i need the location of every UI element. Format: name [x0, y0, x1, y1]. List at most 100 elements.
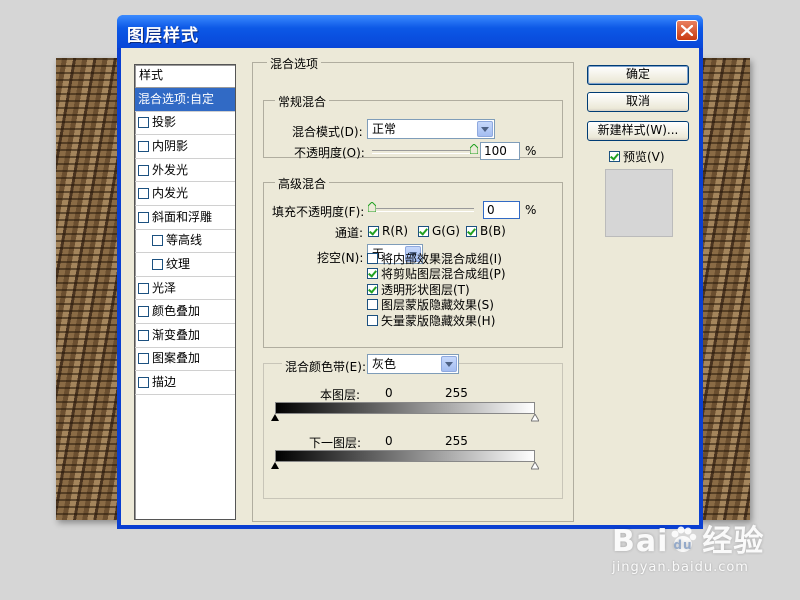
underlying-white-stop[interactable]: [531, 462, 539, 470]
opacity-input[interactable]: 100: [480, 142, 520, 160]
styles-list: 样式 混合选项:自定投影内阴影外发光内发光斜面和浮雕等高线纹理光泽颜色叠加渐变叠…: [134, 64, 236, 520]
style-item-label: 纹理: [166, 256, 191, 271]
channel-r-checkbox[interactable]: [368, 225, 379, 237]
styles-header[interactable]: 样式: [135, 65, 235, 88]
style-item-label: 颜色叠加: [152, 304, 201, 319]
advanced-option-checkbox[interactable]: [367, 268, 378, 279]
style-item-checkbox[interactable]: [138, 282, 149, 294]
this-layer-max: 255: [445, 386, 468, 400]
blend-if-group: [263, 363, 563, 499]
blend-mode-value: 正常: [372, 122, 397, 136]
this-layer-gradient[interactable]: [275, 402, 535, 414]
opacity-unit: %: [525, 144, 537, 158]
fill-opacity-unit: %: [525, 203, 537, 217]
dialog-body: 样式 混合选项:自定投影内阴影外发光内发光斜面和浮雕等高线纹理光泽颜色叠加渐变叠…: [121, 48, 699, 525]
style-item[interactable]: 纹理: [135, 253, 235, 277]
style-item-checkbox[interactable]: [138, 329, 149, 341]
blend-mode-select[interactable]: 正常: [367, 119, 495, 139]
style-item[interactable]: 渐变叠加: [135, 324, 235, 348]
style-item[interactable]: 内阴影: [135, 135, 235, 159]
style-item-label: 渐变叠加: [152, 327, 201, 342]
channel-b[interactable]: B(B): [466, 224, 506, 238]
preview-toggle[interactable]: 预览(V): [609, 148, 665, 165]
style-item-checkbox[interactable]: [152, 235, 163, 247]
advanced-blending-legend: 高级混合: [275, 175, 330, 192]
advanced-option-checkbox[interactable]: [367, 315, 378, 326]
style-item-label: 图案叠加: [152, 351, 201, 366]
advanced-option-checkbox[interactable]: [367, 284, 378, 295]
blend-mode-label: 混合模式(D):: [292, 125, 363, 139]
advanced-option[interactable]: 图层蒙版隐藏效果(S): [367, 296, 494, 313]
style-item-label: 外发光: [152, 162, 189, 177]
style-item[interactable]: 内发光: [135, 182, 235, 206]
underlying-layer-max: 255: [445, 434, 468, 448]
opacity-slider-thumb[interactable]: [470, 144, 478, 154]
advanced-option-checkbox[interactable]: [367, 253, 378, 264]
advanced-option-label: 图层蒙版隐藏效果(S): [381, 298, 494, 312]
close-icon: [681, 25, 693, 36]
style-item-checkbox[interactable]: [138, 211, 149, 223]
preview-checkbox[interactable]: [609, 151, 620, 162]
layer-style-dialog: 图层样式 样式 混合选项:自定投影内阴影外发光内发光斜面和浮雕等高线纹理光泽颜色…: [117, 15, 703, 529]
advanced-option[interactable]: 将剪贴图层混合成组(P): [367, 265, 506, 282]
style-item-checkbox[interactable]: [138, 188, 149, 200]
underlying-layer-label: 下一图层:: [309, 436, 362, 450]
style-item-checkbox[interactable]: [138, 376, 149, 388]
style-item-checkbox[interactable]: [138, 164, 149, 176]
style-item-checkbox[interactable]: [138, 117, 149, 129]
style-item-label: 光泽: [152, 280, 177, 295]
style-item[interactable]: 投影: [135, 112, 235, 136]
this-layer-min: 0: [385, 386, 393, 400]
fill-opacity-input[interactable]: 0: [483, 201, 520, 219]
style-item[interactable]: 等高线: [135, 230, 235, 254]
ok-button[interactable]: 确定: [587, 65, 689, 85]
fill-opacity-slider-thumb[interactable]: [368, 202, 376, 212]
this-layer-white-stop[interactable]: [531, 414, 539, 422]
this-layer-black-stop[interactable]: [271, 414, 279, 422]
advanced-option-label: 将剪贴图层混合成组(P): [381, 267, 506, 281]
style-item[interactable]: 描边: [135, 371, 235, 395]
style-item-label: 斜面和浮雕: [152, 209, 213, 224]
general-blending-legend: 常规混合: [275, 93, 330, 110]
cancel-button[interactable]: 取消: [587, 92, 689, 112]
close-button[interactable]: [676, 20, 698, 41]
svg-text:du: du: [674, 538, 693, 552]
fill-opacity-label: 填充不透明度(F):: [272, 205, 365, 219]
style-item-checkbox[interactable]: [152, 258, 163, 270]
advanced-option[interactable]: 矢量蒙版隐藏效果(H): [367, 312, 495, 329]
style-item-checkbox[interactable]: [138, 306, 149, 318]
channels-label: 通道:: [335, 226, 364, 240]
blending-options-legend: 混合选项: [267, 55, 322, 72]
style-item[interactable]: 斜面和浮雕: [135, 206, 235, 230]
style-item-checkbox[interactable]: [138, 140, 149, 152]
channel-b-checkbox[interactable]: [466, 225, 477, 237]
style-item[interactable]: 混合选项:自定: [135, 88, 235, 112]
opacity-label: 不透明度(O):: [294, 146, 365, 160]
style-item[interactable]: 颜色叠加: [135, 300, 235, 324]
knockout-label: 挖空(N):: [317, 251, 364, 265]
blend-if-value: 灰色: [372, 357, 397, 371]
new-style-button[interactable]: 新建样式(W)...: [587, 121, 689, 141]
fill-opacity-slider-track[interactable]: [372, 208, 474, 212]
style-item-checkbox[interactable]: [138, 353, 149, 365]
style-item-label: 投影: [152, 115, 177, 130]
blend-if-select[interactable]: 灰色: [367, 354, 459, 374]
channel-g[interactable]: G(G): [418, 224, 460, 238]
style-preview-swatch: [605, 169, 673, 237]
underlying-black-stop[interactable]: [271, 462, 279, 470]
underlying-layer-gradient[interactable]: [275, 450, 535, 462]
advanced-option-checkbox[interactable]: [367, 299, 378, 310]
style-item[interactable]: 外发光: [135, 159, 235, 183]
opacity-slider-track[interactable]: [372, 150, 474, 154]
chevron-down-icon: [477, 121, 493, 137]
channel-g-checkbox[interactable]: [418, 225, 429, 237]
titlebar[interactable]: 图层样式: [117, 15, 703, 48]
dialog-title: 图层样式: [127, 26, 199, 46]
blend-if-label: 混合颜色带(E):: [282, 358, 369, 375]
style-item-label: 等高线: [166, 233, 203, 248]
channel-r[interactable]: R(R): [368, 224, 408, 238]
this-layer-label: 本图层:: [320, 388, 361, 402]
style-item[interactable]: 光泽: [135, 277, 235, 301]
style-item[interactable]: 图案叠加: [135, 348, 235, 372]
advanced-option-label: 矢量蒙版隐藏效果(H): [381, 314, 496, 328]
